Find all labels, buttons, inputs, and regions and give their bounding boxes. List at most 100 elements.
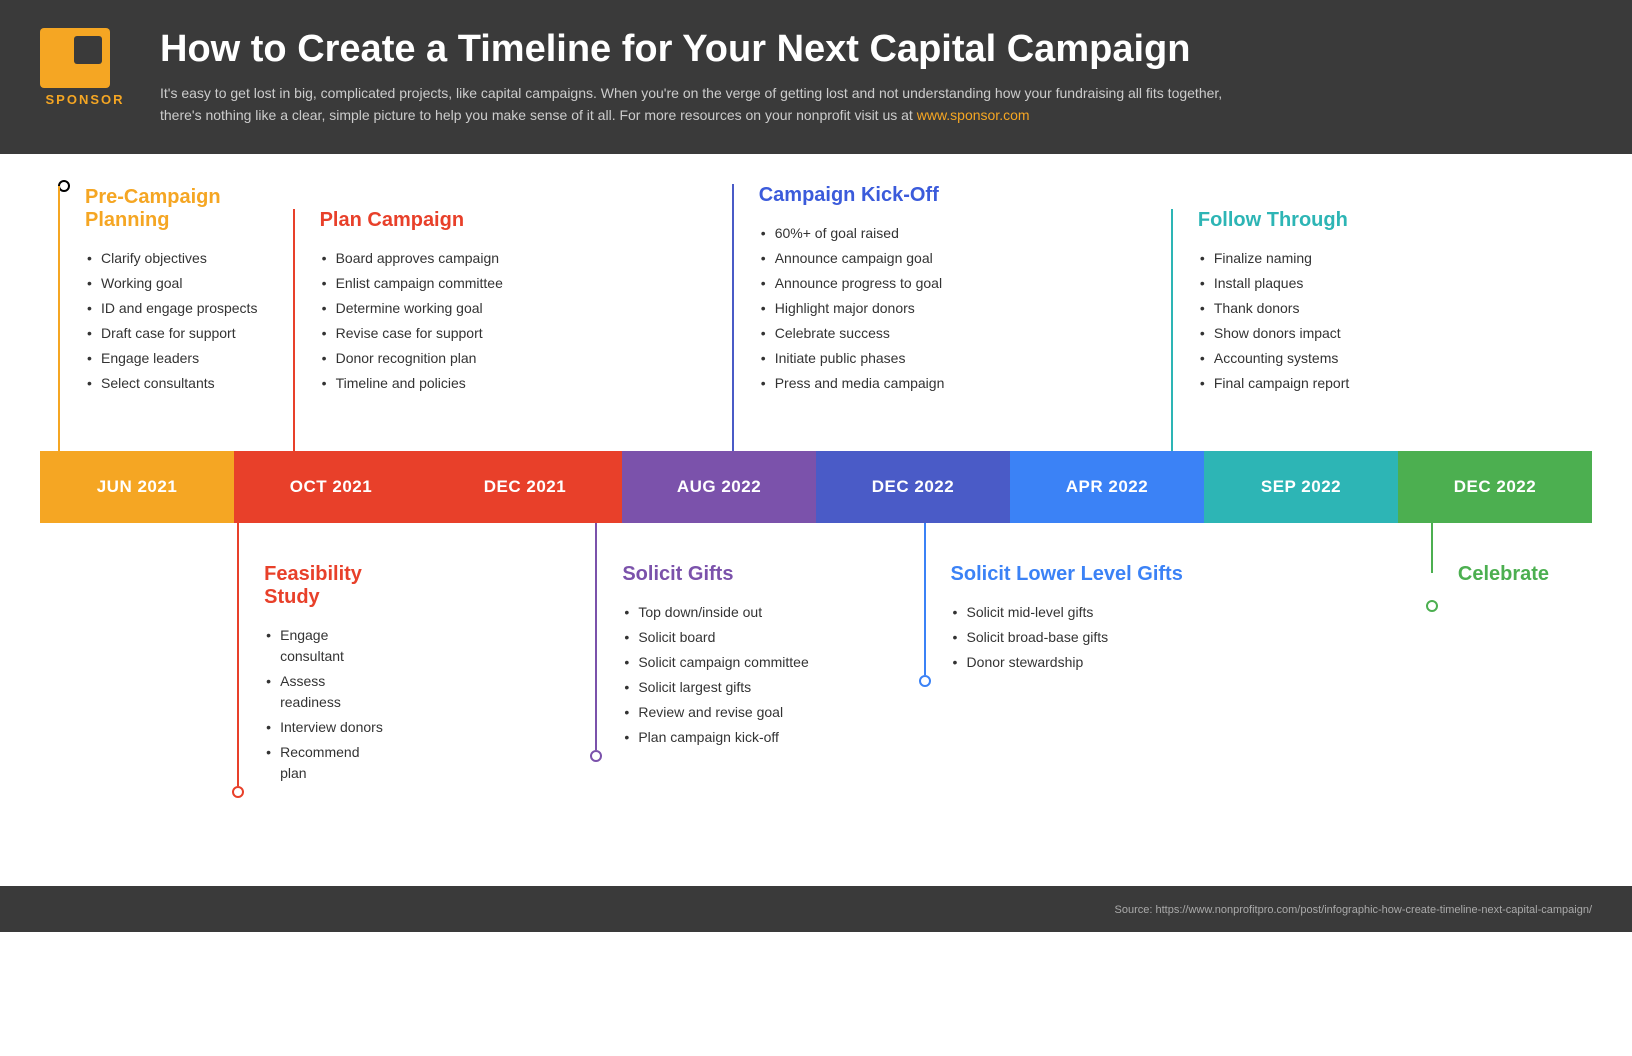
follow-through-title: Follow Through [1198, 209, 1577, 232]
footer: Source: https://www.nonprofitpro.com/pos… [0, 886, 1632, 932]
date-aug-2022: AUG 2022 [622, 451, 816, 523]
list-item: Announce progress to goal [759, 271, 1138, 296]
plan-campaign-list: Board approves campaign Enlist campaign … [320, 246, 699, 396]
kickoff-title: Campaign Kick-Off [759, 184, 1138, 207]
solicit-gifts-list: Top down/inside out Solicit board Solici… [622, 600, 890, 750]
list-item: Install plaques [1198, 271, 1577, 296]
line-kickoff [732, 184, 734, 451]
main-content: Pre-Campaign Planning Clarify objectives… [0, 154, 1632, 886]
source-text: Source: https://www.nonprofitpro.com/pos… [1115, 904, 1593, 916]
bottom-empty-2 [398, 523, 577, 543]
kickoff-list: 60%+ of goal raised Announce campaign go… [759, 221, 1138, 396]
solicit-gifts-title: Solicit Gifts [622, 563, 890, 586]
date-jun-2021: JUN 2021 [40, 451, 234, 523]
list-item: ID and engage prospects [85, 296, 260, 321]
list-item: Accounting systems [1198, 346, 1577, 371]
list-item: Solicit campaign committee [622, 650, 890, 675]
bottom-phases: Feasibility Study Engage consultant Asse… [40, 523, 1592, 786]
header-content: How to Create a Timeline for Your Next C… [160, 28, 1592, 126]
phase-celebrate: Celebrate [1413, 523, 1592, 600]
list-item: Donor recognition plan [320, 346, 699, 371]
list-item: Press and media campaign [759, 371, 1138, 396]
list-item: Working goal [85, 271, 260, 296]
date-dec-2022-final: DEC 2022 [1398, 451, 1592, 523]
page-title: How to Create a Timeline for Your Next C… [160, 28, 1592, 72]
phase-pre-campaign: Pre-Campaign Planning Clarify objectives… [40, 186, 275, 451]
list-item: Engage consultant [264, 623, 383, 669]
list-item: Recommend plan [264, 740, 383, 786]
header-subtitle: It's easy to get lost in big, complicate… [160, 82, 1260, 127]
sponsor-link[interactable]: www.sponsor.com [917, 107, 1030, 123]
pre-campaign-title: Pre-Campaign Planning [85, 186, 260, 232]
list-item: Donor stewardship [951, 650, 1219, 675]
list-item: Announce campaign goal [759, 246, 1138, 271]
list-item: Interview donors [264, 715, 383, 740]
solicit-lower-title: Solicit Lower Level Gifts [951, 563, 1219, 586]
list-item: Celebrate success [759, 321, 1138, 346]
feasibility-list: Engage consultant Assess readiness Inter… [264, 623, 383, 786]
dot-feasibility-bottom [232, 786, 244, 798]
line-celebrate [1431, 523, 1433, 573]
logo-icon [40, 28, 110, 88]
logo: SPONSOR [40, 28, 130, 108]
phase-kickoff: Campaign Kick-Off 60%+ of goal raised An… [714, 184, 1153, 451]
list-item: Review and revise goal [622, 700, 890, 725]
top-phases: Pre-Campaign Planning Clarify objectives… [40, 184, 1592, 451]
list-item: Thank donors [1198, 296, 1577, 321]
logo-label: SPONSOR [40, 92, 130, 107]
dot-solicit-gifts-bottom [590, 750, 602, 762]
logo-inner-box [74, 36, 102, 64]
list-item: Highlight major donors [759, 296, 1138, 321]
dot-celebrate-bottom [1426, 600, 1438, 612]
list-item: Finalize naming [1198, 246, 1577, 271]
list-item: Initiate public phases [759, 346, 1138, 371]
phase-plan-campaign: Plan Campaign Board approves campaign En… [275, 209, 714, 451]
list-item: Enlist campaign committee [320, 271, 699, 296]
list-item: Solicit board [622, 625, 890, 650]
phase-solicit-lower: Solicit Lower Level Gifts Solicit mid-le… [906, 523, 1234, 675]
bottom-empty-sep [1234, 523, 1413, 543]
list-item: Revise case for support [320, 321, 699, 346]
list-item: Determine working goal [320, 296, 699, 321]
line-plan-campaign [293, 209, 295, 451]
pre-campaign-list: Clarify objectives Working goal ID and e… [85, 246, 260, 396]
line-solicit-lower [924, 523, 926, 675]
line-pre-campaign [58, 186, 60, 451]
subtitle-text: It's easy to get lost in big, complicate… [160, 85, 1222, 123]
header: SPONSOR How to Create a Timeline for You… [0, 0, 1632, 154]
list-item: Plan campaign kick-off [622, 725, 890, 750]
list-item: Solicit largest gifts [622, 675, 890, 700]
list-item: Select consultants [85, 371, 260, 396]
phase-follow-through: Follow Through Finalize naming Install p… [1153, 209, 1592, 451]
line-solicit-gifts [595, 523, 597, 750]
timeline-bar: JUN 2021 OCT 2021 DEC 2021 AUG 2022 DEC … [40, 451, 1592, 523]
celebrate-title: Celebrate [1458, 563, 1577, 586]
plan-campaign-title: Plan Campaign [320, 209, 699, 232]
date-dec-2022-kickoff: DEC 2022 [816, 451, 1010, 523]
phase-feasibility: Feasibility Study Engage consultant Asse… [219, 523, 398, 786]
timeline-layout: Pre-Campaign Planning Clarify objectives… [40, 184, 1592, 866]
list-item: Top down/inside out [622, 600, 890, 625]
list-item: Timeline and policies [320, 371, 699, 396]
list-item: Clarify objectives [85, 246, 260, 271]
line-follow-through [1171, 209, 1173, 451]
list-item: Assess readiness [264, 669, 383, 715]
list-item: Engage leaders [85, 346, 260, 371]
phase-solicit-gifts: Solicit Gifts Top down/inside out Solici… [577, 523, 905, 750]
feasibility-title: Feasibility Study [264, 563, 383, 609]
date-sep-2022: SEP 2022 [1204, 451, 1398, 523]
dot-solicit-lower-bottom [919, 675, 931, 687]
list-item: Solicit broad-base gifts [951, 625, 1219, 650]
bottom-empty-1 [40, 523, 219, 543]
list-item: Show donors impact [1198, 321, 1577, 346]
list-item: Final campaign report [1198, 371, 1577, 396]
solicit-lower-list: Solicit mid-level gifts Solicit broad-ba… [951, 600, 1219, 675]
date-apr-2022: APR 2022 [1010, 451, 1204, 523]
line-feasibility [237, 523, 239, 786]
list-item: Board approves campaign [320, 246, 699, 271]
list-item: Draft case for support [85, 321, 260, 346]
date-oct-2021: OCT 2021 [234, 451, 428, 523]
follow-through-list: Finalize naming Install plaques Thank do… [1198, 246, 1577, 396]
list-item: 60%+ of goal raised [759, 221, 1138, 246]
date-dec-2021: DEC 2021 [428, 451, 622, 523]
